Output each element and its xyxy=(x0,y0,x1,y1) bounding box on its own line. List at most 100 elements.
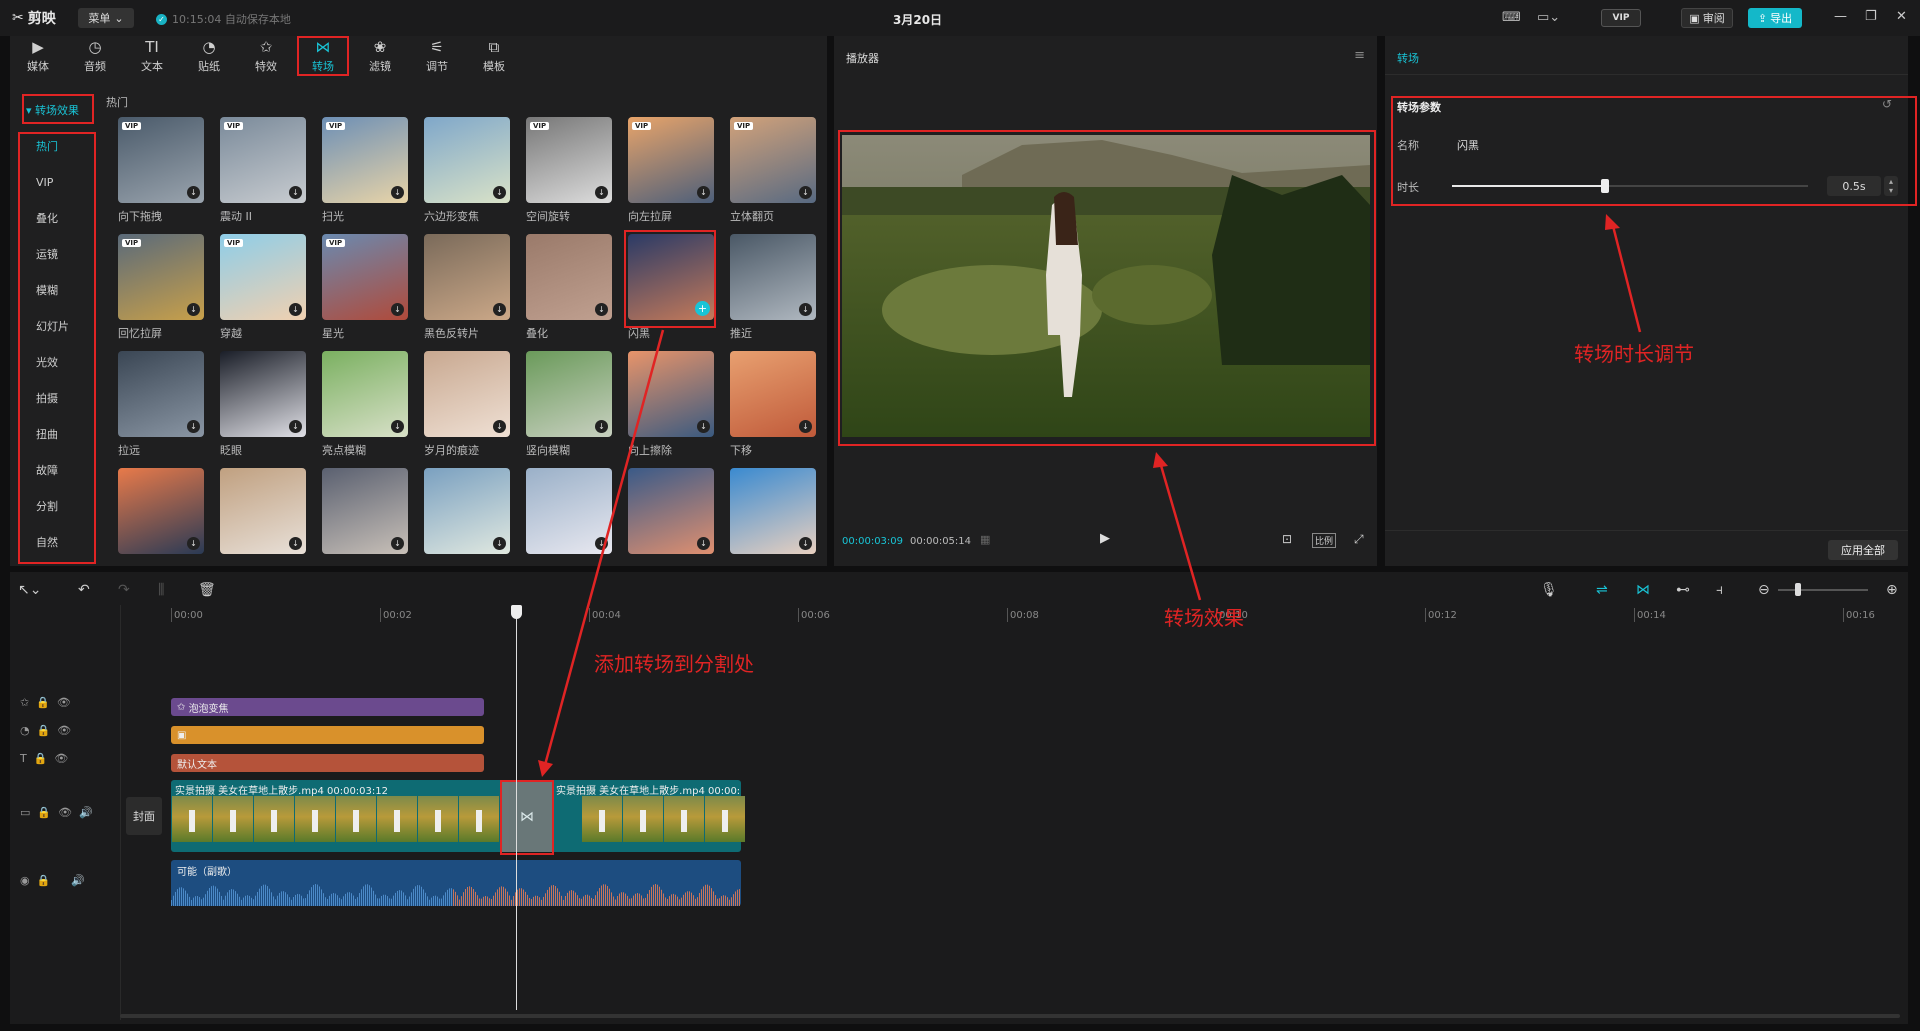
category-item[interactable]: 分割 xyxy=(22,491,82,521)
download-icon[interactable]: ↓ xyxy=(493,303,506,316)
tab-transition[interactable]: ⋈ 转场 xyxy=(297,36,349,76)
download-icon[interactable]: ↓ xyxy=(289,420,302,433)
download-icon[interactable]: ↓ xyxy=(187,537,200,550)
transition-thumbnail[interactable]: ↓ xyxy=(424,117,510,203)
category-item[interactable]: 模糊 xyxy=(22,275,82,305)
zoom-slider-knob[interactable] xyxy=(1795,583,1801,596)
download-icon[interactable]: ↓ xyxy=(493,420,506,433)
transition-thumbnail[interactable]: ↓ xyxy=(730,468,816,554)
duration-stepper[interactable]: ▴ ▾ xyxy=(1884,176,1898,196)
minimize-icon[interactable]: — xyxy=(1834,9,1847,24)
auto-snap-icon[interactable]: ⋈ xyxy=(1636,582,1650,598)
duration-slider-knob[interactable] xyxy=(1601,179,1610,193)
download-icon[interactable]: ↓ xyxy=(187,303,200,316)
link-icon[interactable]: ⊷ xyxy=(1676,582,1690,598)
tab-sticker[interactable]: ◔ 贴纸 xyxy=(183,36,235,76)
keyboard-icon[interactable]: ⌨ xyxy=(1502,10,1521,25)
transition-thumbnail[interactable]: ↓ xyxy=(424,468,510,554)
ratio-button[interactable]: 比例 xyxy=(1312,533,1337,548)
download-icon[interactable]: ↓ xyxy=(289,303,302,316)
duration-input[interactable]: 0.5s xyxy=(1827,176,1881,196)
download-icon[interactable]: ↓ xyxy=(595,537,608,550)
transition-thumbnail[interactable]: ↓ xyxy=(424,234,510,320)
sticker-clip[interactable]: ▣ xyxy=(171,726,484,744)
zoom-in-icon[interactable]: ⊕ xyxy=(1886,582,1898,598)
transition-thumbnail[interactable]: ↓ xyxy=(730,234,816,320)
transition-thumbnail[interactable]: VIP ↓ xyxy=(730,117,816,203)
preview-axis-icon[interactable]: ⫞ xyxy=(1716,582,1723,598)
microphone-icon[interactable]: 🎙 xyxy=(1540,582,1558,598)
transition-thumbnail[interactable]: ↓ xyxy=(526,351,612,437)
tab-text[interactable]: TI 文本 xyxy=(126,36,178,76)
grid-icon[interactable]: ▦ xyxy=(980,533,990,546)
tab-audio[interactable]: ◷ 音频 xyxy=(69,36,121,76)
download-icon[interactable]: ↓ xyxy=(391,303,404,316)
text-clip[interactable]: 默认文本 xyxy=(171,754,484,772)
export-button[interactable]: ⇪ 导出 xyxy=(1748,8,1802,28)
transition-thumbnail[interactable]: ↓ xyxy=(322,468,408,554)
download-icon[interactable]: ↓ xyxy=(187,186,200,199)
transition-thumbnail[interactable]: VIP ↓ xyxy=(220,117,306,203)
download-icon[interactable]: ↓ xyxy=(595,303,608,316)
transition-thumbnail[interactable]: VIP ↓ xyxy=(118,117,204,203)
download-icon[interactable]: ↓ xyxy=(493,537,506,550)
download-icon[interactable]: ↓ xyxy=(595,420,608,433)
transition-thumbnail[interactable]: ↓ xyxy=(424,351,510,437)
fullscreen-icon[interactable]: ⤢ xyxy=(1354,532,1364,547)
play-icon[interactable]: ▶ xyxy=(1100,531,1110,546)
transition-thumbnail[interactable]: ↓ xyxy=(730,351,816,437)
vip-badge[interactable]: VIP xyxy=(1601,9,1641,27)
download-icon[interactable]: ↓ xyxy=(799,420,812,433)
category-item[interactable]: 故障 xyxy=(22,455,82,485)
download-icon[interactable]: ↓ xyxy=(391,186,404,199)
transition-thumbnail[interactable]: VIP ↓ xyxy=(220,234,306,320)
apply-all-button[interactable]: 应用全部 xyxy=(1828,540,1898,560)
download-icon[interactable]: ↓ xyxy=(697,537,710,550)
transition-thumbnail[interactable]: ↓ xyxy=(526,234,612,320)
menu-button[interactable]: 菜单 ⌄ xyxy=(78,8,134,28)
category-header[interactable]: ▾ 转场效果 xyxy=(26,102,79,118)
tab-filter[interactable]: ❀ 滤镜 xyxy=(354,36,406,76)
download-icon[interactable]: ↓ xyxy=(493,186,506,199)
transition-thumbnail[interactable]: VIP ↓ xyxy=(322,117,408,203)
effect-clip[interactable]: ✩ 泡泡变焦 xyxy=(171,698,484,716)
fit-screen-icon[interactable]: ⊡ xyxy=(1282,532,1292,546)
cover-button[interactable]: 封面 xyxy=(126,797,162,835)
category-item[interactable]: 叠化 xyxy=(22,203,82,233)
download-icon[interactable]: ↓ xyxy=(697,420,710,433)
close-icon[interactable]: ✕ xyxy=(1896,9,1907,24)
download-icon[interactable]: ↓ xyxy=(799,537,812,550)
delete-icon[interactable]: 🗑 xyxy=(198,582,216,598)
download-icon[interactable]: ↓ xyxy=(799,303,812,316)
category-item[interactable]: 幻灯片 xyxy=(22,311,82,341)
download-icon[interactable]: ↓ xyxy=(391,420,404,433)
menu-lines-icon[interactable]: ≡ xyxy=(1354,48,1365,63)
layout-icon[interactable]: ▭⌄ xyxy=(1537,10,1560,25)
restore-icon[interactable]: ❐ xyxy=(1865,9,1877,24)
category-item[interactable]: 光效 xyxy=(22,347,82,377)
download-icon[interactable]: ↓ xyxy=(289,186,302,199)
transition-thumbnail[interactable]: ↓ xyxy=(118,351,204,437)
timeline-scrollbar[interactable] xyxy=(120,1014,1900,1018)
transition-thumbnail[interactable]: ↓ xyxy=(220,351,306,437)
category-item[interactable]: 运镜 xyxy=(22,239,82,269)
transition-thumbnail[interactable]: ↓ xyxy=(628,468,714,554)
transition-thumbnail[interactable]: VIP ↓ xyxy=(526,117,612,203)
reset-icon[interactable]: ↺ xyxy=(1882,97,1892,111)
download-icon[interactable]: ↓ xyxy=(799,186,812,199)
download-icon[interactable]: ↓ xyxy=(595,186,608,199)
tab-adjust[interactable]: ⚟ 调节 xyxy=(411,36,463,76)
transition-thumbnail[interactable]: ↓ xyxy=(526,468,612,554)
category-item[interactable]: 自然 xyxy=(22,527,82,557)
download-icon[interactable]: ↓ xyxy=(187,420,200,433)
transition-thumbnail[interactable]: VIP ↓ xyxy=(118,234,204,320)
transition-thumbnail[interactable]: VIP ↓ xyxy=(628,117,714,203)
transition-thumbnail[interactable]: ↓ xyxy=(118,468,204,554)
transition-thumbnail[interactable]: ↓ xyxy=(322,351,408,437)
transition-thumbnail[interactable]: VIP ↓ xyxy=(322,234,408,320)
download-icon[interactable]: ↓ xyxy=(697,186,710,199)
review-button[interactable]: ▣ 审阅 xyxy=(1681,8,1733,28)
download-icon[interactable]: ↓ xyxy=(391,537,404,550)
tab-media[interactable]: ▶ 媒体 xyxy=(12,36,64,76)
transition-thumbnail[interactable]: ↓ xyxy=(220,468,306,554)
